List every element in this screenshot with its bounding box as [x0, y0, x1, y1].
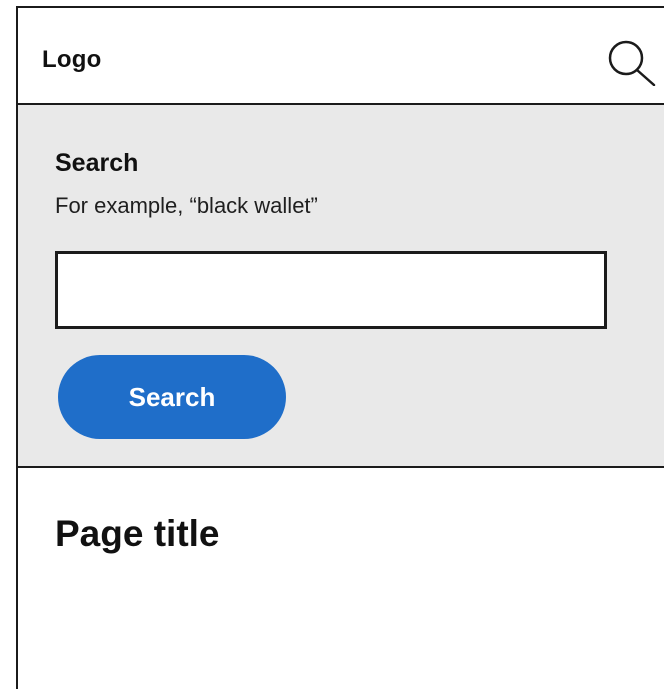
search-icon[interactable]: [602, 38, 662, 86]
page-title: Page title: [55, 513, 220, 554]
search-hint: For example, “black wallet”: [55, 193, 318, 218]
mobile-frame: Logo Search For example, “black wallet” …: [16, 6, 664, 689]
search-panel: Search For example, “black wallet” Searc…: [18, 105, 664, 468]
search-label: Search: [55, 149, 139, 177]
search-button[interactable]: Search: [58, 355, 286, 439]
logo[interactable]: Logo: [42, 46, 101, 74]
site-header: Logo: [18, 8, 664, 105]
search-input[interactable]: [55, 251, 607, 329]
